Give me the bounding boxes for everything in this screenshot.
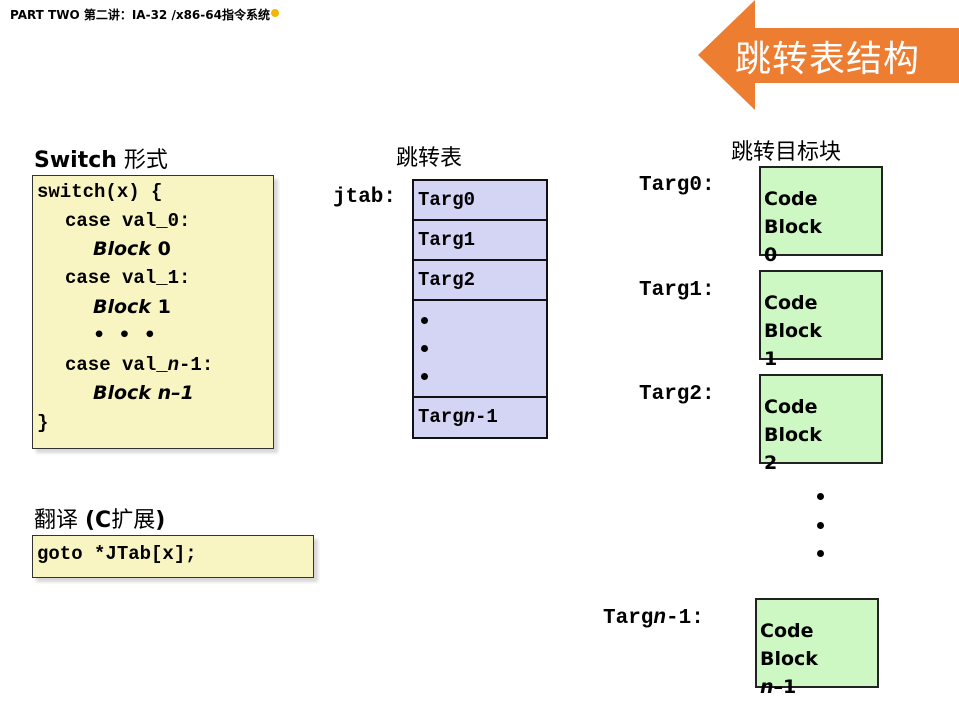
code-line: case val_0: bbox=[65, 210, 191, 232]
block-num: n–1 bbox=[150, 382, 194, 404]
code-part: -1: bbox=[179, 354, 214, 376]
target-label: Targ1: bbox=[639, 279, 715, 302]
target-label: Targ2: bbox=[639, 383, 715, 406]
jtab-label: jtab: bbox=[333, 186, 397, 209]
block-word: Block bbox=[93, 238, 151, 260]
label-part-bold: ) bbox=[155, 508, 166, 533]
translation-label: 翻译 (C扩展) bbox=[34, 502, 165, 534]
entry-part: -1 bbox=[475, 406, 498, 428]
code-part: case val_ bbox=[65, 354, 168, 376]
code-block-text: Code Block bbox=[760, 620, 818, 670]
label-part: Targ bbox=[603, 607, 654, 630]
code-block-last: Code Block n–1 bbox=[755, 598, 879, 698]
header-title: PART TWO 第二讲：IA-32 /x86-64指令系统 bbox=[10, 8, 270, 22]
block-word: Block bbox=[93, 382, 151, 404]
entry-part-italic: n bbox=[463, 406, 476, 428]
jump-table: Targ0 Targ1 Targ2 Targn-1 bbox=[412, 179, 548, 439]
dot-icon bbox=[817, 522, 824, 529]
dot-icon bbox=[817, 550, 824, 557]
dot-icon bbox=[421, 317, 428, 324]
switch-code-box: switch(x) { case val_0: Block 0 case val… bbox=[32, 175, 274, 449]
code-block-0: Code Block 0 bbox=[759, 166, 883, 266]
bullet-dot-icon bbox=[270, 9, 279, 17]
goto-code-box: goto *JTab[x]; bbox=[32, 535, 314, 578]
jump-table-entry: Targ0 bbox=[414, 181, 546, 221]
slide-header: PART TWO 第二讲：IA-32 /x86-64指令系统 bbox=[10, 6, 279, 23]
label-part-bold: (C bbox=[85, 508, 112, 533]
ellipsis-dots: • • • bbox=[93, 324, 156, 346]
label-part: -1: bbox=[666, 607, 704, 630]
goto-code: goto *JTab[x]; bbox=[37, 543, 197, 565]
dot-icon bbox=[421, 345, 428, 352]
block-line: Block n–1 bbox=[93, 382, 194, 404]
entry-part: Targ bbox=[418, 406, 464, 428]
targets-title: 跳转目标块 bbox=[731, 140, 842, 165]
code-line: } bbox=[37, 412, 49, 434]
block-num: 1 bbox=[150, 296, 171, 318]
block-num: 0 bbox=[150, 238, 171, 260]
jump-table-entry-last: Targn-1 bbox=[414, 398, 546, 437]
block-line: Block 1 bbox=[93, 296, 171, 318]
code-block-index: 0 bbox=[764, 244, 778, 266]
code-block-1: Code Block 1 bbox=[759, 270, 883, 370]
block-word: Block bbox=[93, 296, 151, 318]
label-part: 扩展 bbox=[111, 508, 156, 533]
jump-table-entry: Targ1 bbox=[414, 221, 546, 261]
label-part: 翻译 bbox=[34, 508, 85, 533]
label-part-italic: n bbox=[653, 607, 667, 630]
banner-title: 跳转表结构 bbox=[735, 39, 921, 80]
code-block-text: Code Block bbox=[764, 396, 822, 446]
switch-form-label: Switch 形式 bbox=[34, 142, 168, 174]
jump-table-entry: Targ2 bbox=[414, 261, 546, 301]
index-italic: n bbox=[760, 676, 774, 698]
code-line: case val_1: bbox=[65, 267, 191, 289]
code-block-index: n–1 bbox=[760, 673, 877, 701]
block-line: Block 0 bbox=[93, 238, 171, 260]
code-block-text: Code Block bbox=[764, 292, 822, 342]
code-block-2: Code Block 2 bbox=[759, 374, 883, 474]
code-block-index: 2 bbox=[764, 452, 778, 474]
index-rest: –1 bbox=[773, 676, 797, 698]
jump-table-ellipsis bbox=[414, 301, 546, 398]
target-label: Targ0: bbox=[639, 174, 715, 197]
code-line: case val_n-1: bbox=[65, 354, 213, 376]
code-block-index: 1 bbox=[764, 348, 778, 370]
dot-icon bbox=[421, 373, 428, 380]
jump-table-title: 跳转表 bbox=[396, 146, 463, 171]
dot-icon bbox=[817, 493, 824, 500]
code-line: switch(x) { bbox=[37, 181, 163, 203]
code-part-italic: n bbox=[167, 354, 180, 376]
code-block-text: Code Block bbox=[764, 188, 822, 238]
switch-label-rest: 形式 bbox=[116, 148, 168, 173]
target-label-last: Targn-1: bbox=[603, 607, 704, 630]
switch-label-bold: Switch bbox=[34, 148, 117, 173]
